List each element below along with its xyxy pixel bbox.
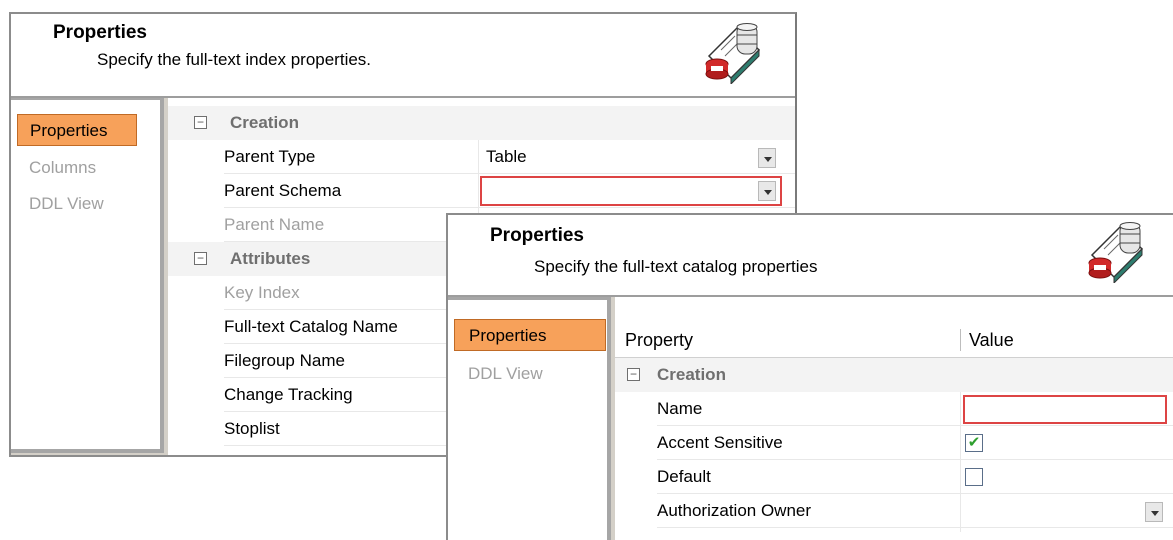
accent-sensitive-checkbox[interactable]: ✔	[965, 434, 983, 452]
column-header-property[interactable]: Property	[625, 323, 693, 357]
collapse-icon[interactable]: −	[194, 116, 207, 129]
nav-item-ddl-view[interactable]: DDL View	[17, 188, 137, 220]
column-header-row: Property Value	[615, 323, 1173, 358]
nav-panel: Properties DDL View	[448, 297, 611, 540]
group-creation[interactable]: − Creation	[168, 106, 795, 140]
name-input[interactable]	[963, 395, 1167, 424]
database-properties-icon	[1088, 222, 1144, 283]
nav-item-columns[interactable]: Columns	[17, 152, 137, 184]
default-checkbox[interactable]	[965, 468, 983, 486]
nav-item-properties[interactable]: Properties	[17, 114, 137, 146]
window-header: Properties Specify the full-text catalog…	[448, 215, 1173, 297]
fulltext-catalog-properties-window: Properties Specify the full-text catalog…	[446, 213, 1173, 540]
nav-item-ddl-view[interactable]: DDL View	[454, 358, 606, 390]
parent-schema-input[interactable]	[480, 176, 782, 206]
property-row-parent-schema[interactable]: Parent Schema	[168, 174, 795, 208]
property-row-authorization-owner[interactable]: Authorization Owner	[615, 494, 1173, 528]
collapse-icon[interactable]: −	[194, 252, 207, 265]
page-subtitle: Specify the full-text catalog properties	[534, 257, 818, 276]
page-title: Properties	[490, 225, 584, 246]
dropdown-arrow-icon[interactable]	[758, 148, 776, 168]
property-row-parent-type[interactable]: Parent Type Table	[168, 140, 795, 174]
window-body: Properties DDL View Property Value − Cre…	[448, 297, 1173, 540]
window-header: Properties Specify the full-text index p…	[11, 14, 795, 98]
property-row-accent-sensitive[interactable]: Accent Sensitive ✔	[615, 426, 1173, 460]
page-title: Properties	[53, 22, 147, 43]
database-properties-icon	[705, 23, 761, 84]
dropdown-arrow-icon[interactable]	[758, 181, 776, 201]
collapse-icon[interactable]: −	[627, 368, 640, 381]
property-row-name[interactable]: Name	[615, 392, 1173, 426]
nav-panel: Properties Columns DDL View	[11, 98, 164, 453]
dropdown-arrow-icon[interactable]	[1145, 502, 1163, 522]
parent-type-value[interactable]: Table	[486, 140, 527, 174]
page-subtitle: Specify the full-text index properties.	[97, 50, 372, 69]
column-header-value[interactable]: Value	[969, 323, 1014, 357]
checkmark-icon: ✔	[967, 434, 981, 451]
property-grid: Property Value − Creation Name Accent Se…	[615, 297, 1173, 540]
group-creation[interactable]: − Creation	[615, 358, 1173, 392]
nav-item-properties[interactable]: Properties	[454, 319, 606, 351]
property-row-default[interactable]: Default	[615, 460, 1173, 494]
